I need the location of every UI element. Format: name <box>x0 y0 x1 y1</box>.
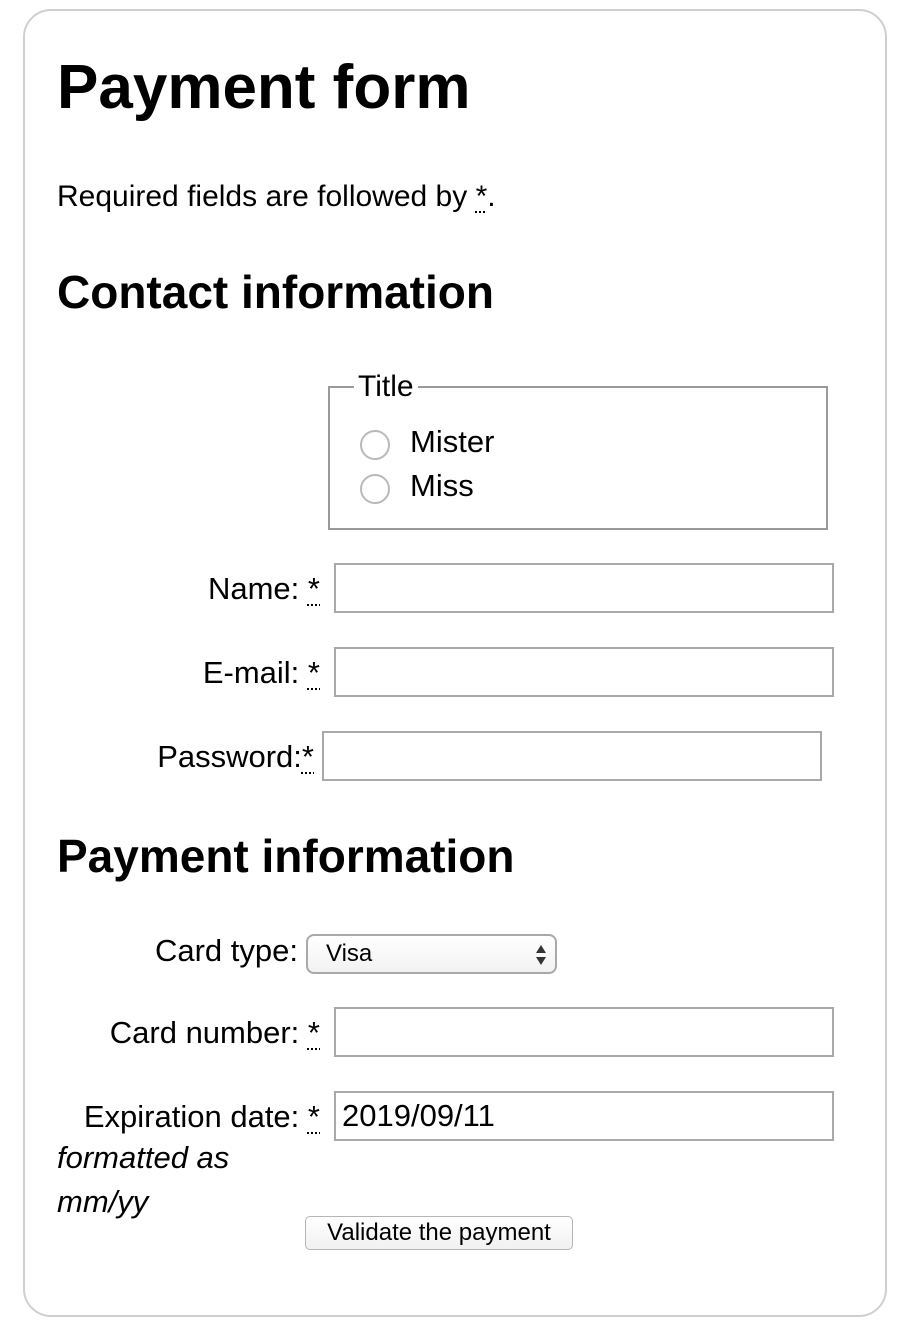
card-type-select[interactable]: Visa <box>306 934 557 974</box>
up-down-arrows-icon <box>536 945 546 965</box>
email-label: E-mail: * <box>150 655 320 691</box>
required-marker: * <box>307 1015 320 1050</box>
name-label-text: Name: <box>207 571 300 606</box>
payment-heading: Payment information <box>57 830 515 882</box>
page-title: Payment form <box>57 53 471 122</box>
required-note: Required fields are followed by *. <box>57 178 496 216</box>
card-number-input[interactable] <box>334 1007 834 1057</box>
expiration-format-hint: formatted as mm/yy <box>57 1140 230 1219</box>
expiration-label: Expiration date: * <box>40 1099 320 1135</box>
required-marker: * <box>307 655 320 690</box>
radio-mister-label[interactable]: Mister <box>410 424 494 460</box>
card-type-selected-value: Visa <box>326 940 373 967</box>
name-label: Name: * <box>150 571 320 607</box>
required-marker: * <box>475 180 488 213</box>
name-input[interactable] <box>334 563 834 613</box>
password-input[interactable] <box>322 731 822 781</box>
password-label: Password:* <box>120 739 314 775</box>
card-type-label: Card type: <box>154 933 298 968</box>
required-marker: * <box>301 739 314 774</box>
required-note-suffix: . <box>487 180 496 213</box>
radio-mister[interactable] <box>360 430 390 460</box>
required-marker: * <box>307 1099 320 1134</box>
required-note-text: Required fields are followed by <box>57 180 476 213</box>
expiration-label-text: Expiration date: <box>83 1099 300 1134</box>
expiration-input[interactable] <box>334 1091 834 1141</box>
email-label-text: E-mail: <box>202 655 300 690</box>
card-number-label: Card number: * <box>60 1015 320 1051</box>
title-fieldset <box>328 386 828 530</box>
password-label-text: Password: <box>157 739 302 774</box>
email-input[interactable] <box>334 647 834 697</box>
radio-miss-label[interactable]: Miss <box>410 468 474 504</box>
validate-payment-button[interactable]: Validate the payment <box>305 1216 573 1250</box>
card-number-label-text: Card number: <box>109 1015 300 1050</box>
title-legend: Title <box>354 369 418 405</box>
required-marker: * <box>307 571 320 606</box>
radio-miss[interactable] <box>360 474 390 504</box>
contact-heading: Contact information <box>57 266 494 318</box>
